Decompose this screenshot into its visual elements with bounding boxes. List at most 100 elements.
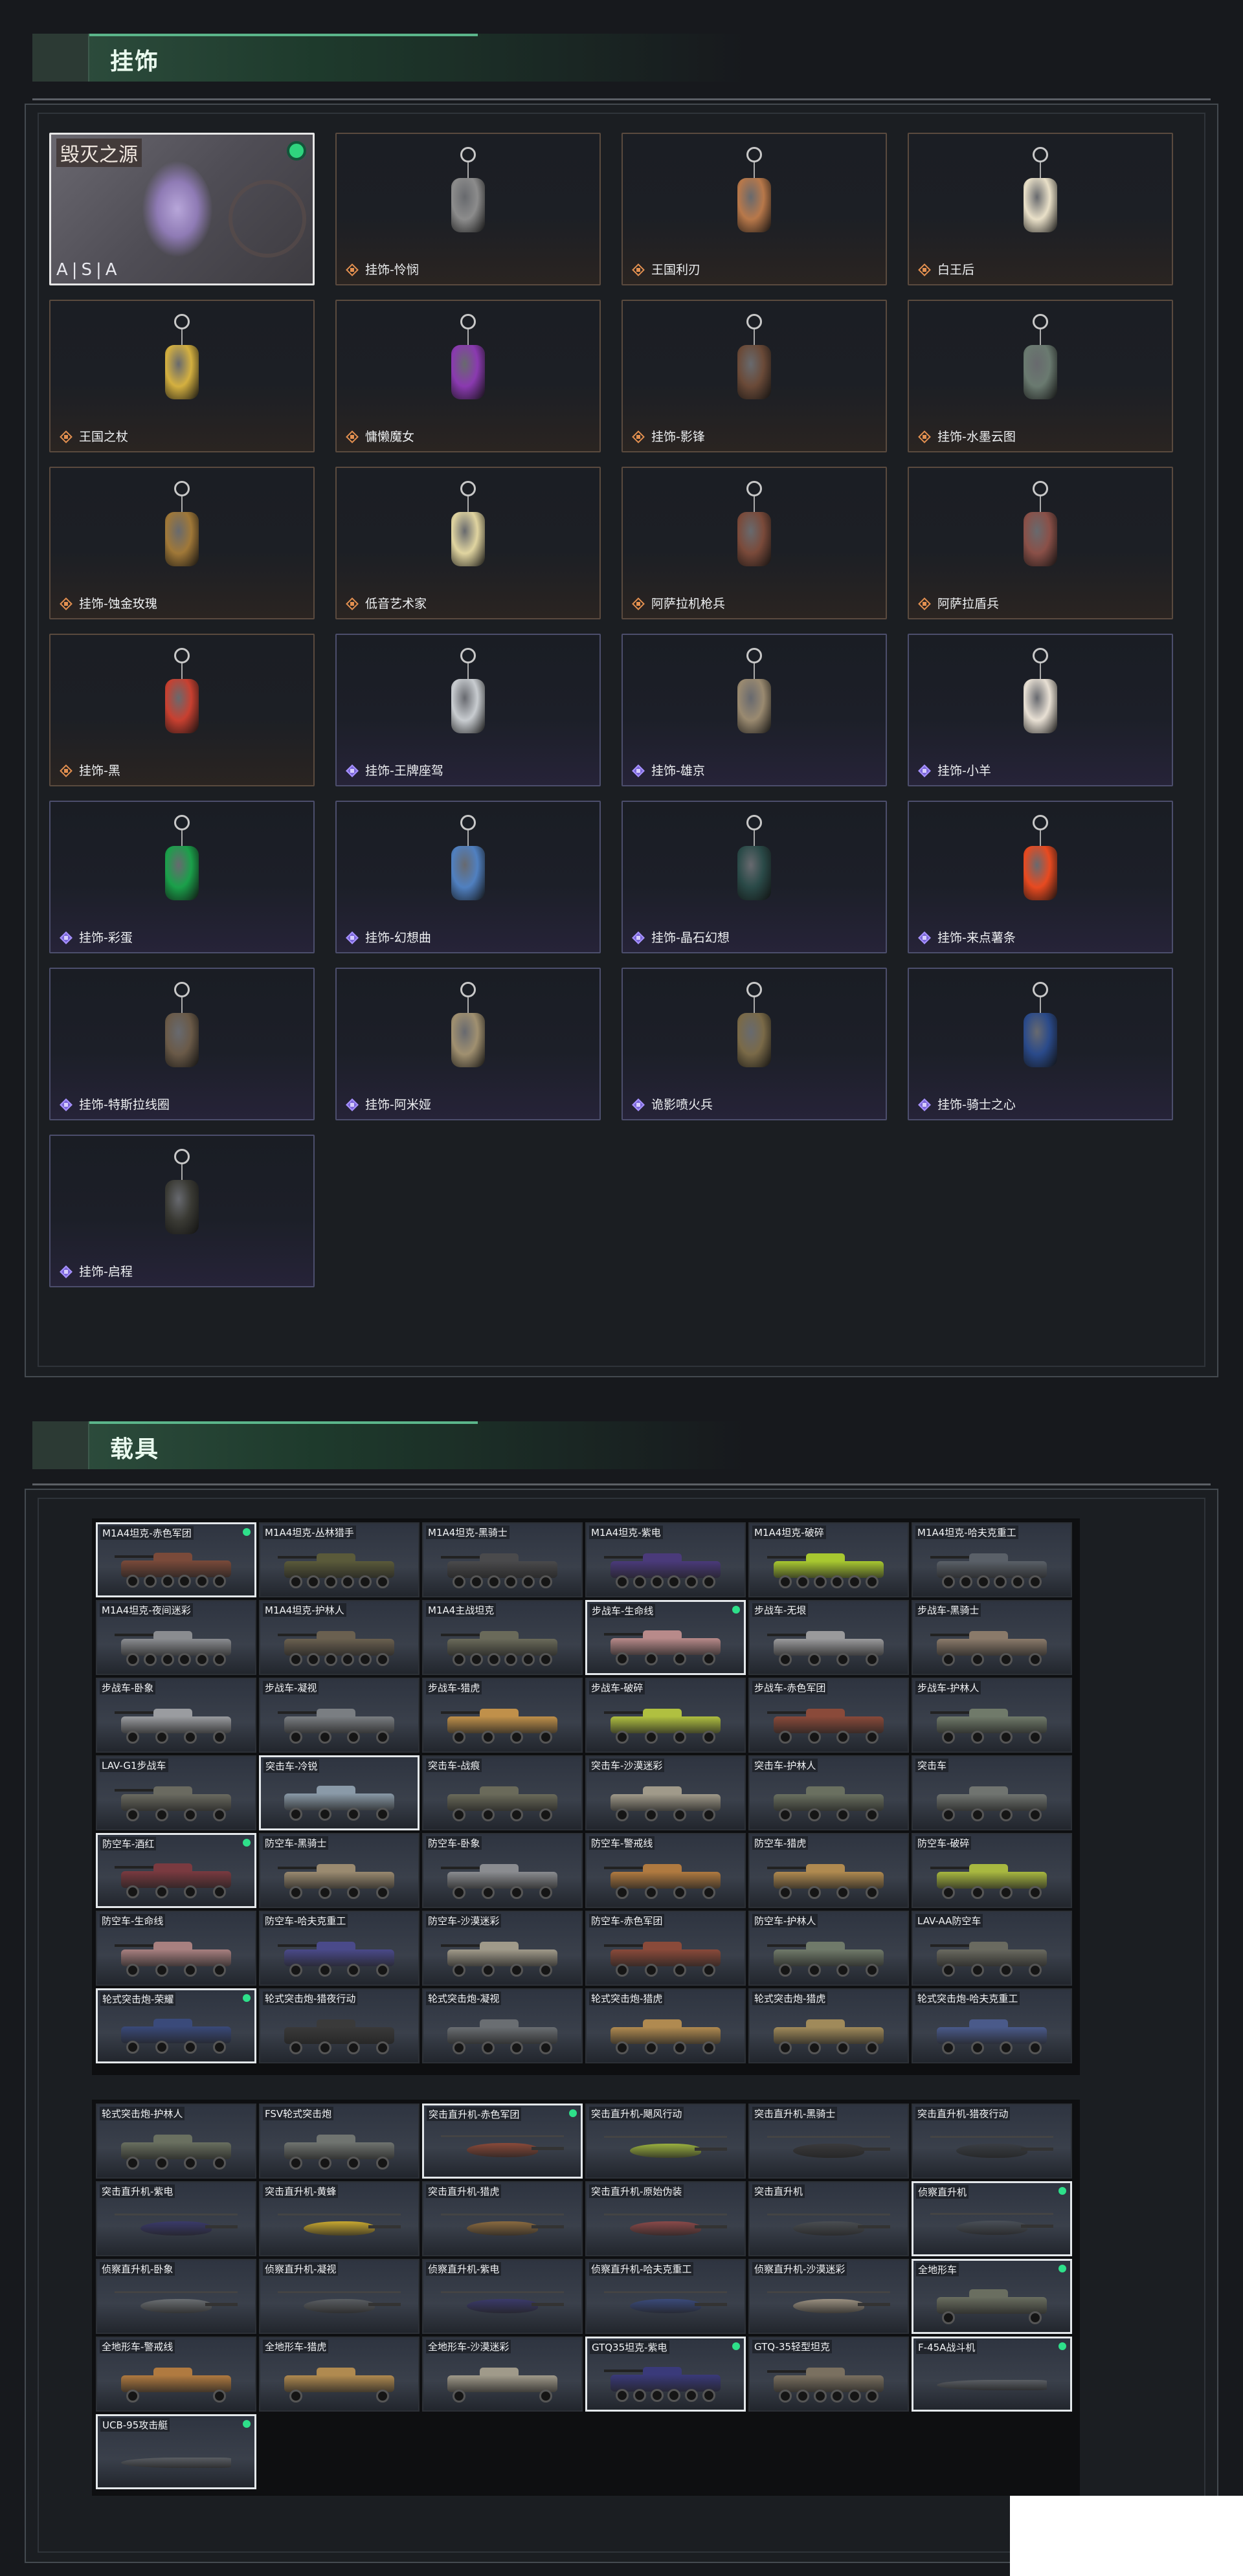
- vehicle-card[interactable]: M1A4主战坦克: [422, 1600, 583, 1675]
- vehicle-card[interactable]: 突击直升机-飓风行动: [585, 2104, 746, 2179]
- vehicle-card[interactable]: 突击车-沙漠迷彩: [585, 1755, 746, 1830]
- vehicle-label: 侦察直升机-沙漠迷彩: [752, 2262, 847, 2276]
- vehicle-card[interactable]: 防空车-黑骑士: [259, 1833, 420, 1908]
- vehicle-card[interactable]: 防空车-赤色军团: [585, 1911, 746, 1986]
- vehicle-card[interactable]: 突击直升机-原始伪装: [585, 2181, 746, 2256]
- vehicle-card[interactable]: FSV轮式突击炮: [259, 2104, 420, 2179]
- vehicle-card[interactable]: 防空车-警戒线: [585, 1833, 746, 1908]
- pendant-card[interactable]: 低音艺术家: [335, 467, 601, 619]
- vehicle-card[interactable]: 突击车-冷锐: [259, 1755, 420, 1830]
- pendant-card[interactable]: 挂饰-怜悯: [335, 133, 601, 285]
- pendant-card[interactable]: 挂饰-幻想曲: [335, 801, 601, 953]
- vehicle-card[interactable]: 全地形车-猎虎: [259, 2337, 420, 2412]
- vehicle-card[interactable]: 防空车-哈夫克重工: [259, 1911, 420, 1986]
- vehicle-card[interactable]: 步战车-护林人: [912, 1678, 1072, 1753]
- vehicle-card[interactable]: 防空车-护林人: [748, 1911, 909, 1986]
- vehicle-card[interactable]: 步战车-卧象: [96, 1678, 256, 1753]
- vehicle-card[interactable]: 突击直升机-猎虎: [422, 2181, 583, 2256]
- vehicle-card[interactable]: 侦察直升机-紫电: [422, 2259, 583, 2334]
- pendant-card[interactable]: 挂饰-水墨云图: [908, 300, 1173, 452]
- vehicle-card[interactable]: 突击车-护林人: [748, 1755, 909, 1830]
- vehicle-card[interactable]: 步战车-生命线: [585, 1600, 746, 1675]
- vehicle-card[interactable]: F-45A战斗机: [912, 2337, 1072, 2412]
- vehicle-label: 防空车-酒红: [100, 1837, 157, 1850]
- vehicle-card[interactable]: M1A4坦克-紫电: [585, 1522, 746, 1597]
- vehicle-card[interactable]: GTQ-35轻型坦克: [748, 2337, 909, 2412]
- vehicle-card[interactable]: M1A4坦克-丛林猎手: [259, 1522, 420, 1597]
- pendant-card[interactable]: 阿萨拉机枪兵: [622, 467, 887, 619]
- pendant-card[interactable]: 挂饰-小羊: [908, 634, 1173, 786]
- pendant-card[interactable]: 挂饰-彩蛋: [49, 801, 315, 953]
- vehicle-card[interactable]: 轮式突击炮-哈夫克重工: [912, 1988, 1072, 2063]
- vehicle-card[interactable]: 轮式突击炮-荣耀: [96, 1988, 256, 2063]
- vehicle-card[interactable]: 侦察直升机-沙漠迷彩: [748, 2259, 909, 2334]
- vehicle-card[interactable]: 轮式突击炮-猎夜行动: [259, 1988, 420, 2063]
- vehicle-label: F-45A战斗机: [916, 2340, 978, 2354]
- vehicle-card[interactable]: 突击直升机-黄蜂: [259, 2181, 420, 2256]
- pendant-card[interactable]: 挂饰-阿米娅: [335, 968, 601, 1120]
- pendant-card[interactable]: 挂饰-蚀金玫瑰: [49, 467, 315, 619]
- vehicle-card[interactable]: 防空车-猎虎: [748, 1833, 909, 1908]
- pendant-card-featured[interactable]: 毁灭之源 A|S|A: [49, 133, 315, 285]
- pendant-card[interactable]: 慵懒魔女: [335, 300, 601, 452]
- helicopter-icon: [767, 2285, 890, 2326]
- pendant-card[interactable]: 挂饰-启程: [49, 1135, 315, 1287]
- vehicle-card[interactable]: 步战车-猎虎: [422, 1678, 583, 1753]
- vehicle-card[interactable]: 步战车-无垠: [748, 1600, 909, 1675]
- vehicle-card[interactable]: 突击直升机-赤色军团: [422, 2104, 583, 2179]
- vehicle-card[interactable]: M1A4坦克-夜间迷彩: [96, 1600, 256, 1675]
- vehicle-card[interactable]: 突击直升机-紫电: [96, 2181, 256, 2256]
- vehicle-card[interactable]: 突击直升机-猎夜行动: [912, 2104, 1072, 2179]
- vehicle-card[interactable]: 步战车-赤色军团: [748, 1678, 909, 1753]
- vehicle-card[interactable]: M1A4坦克-赤色军团: [96, 1522, 256, 1597]
- pendant-card[interactable]: 王国之杖: [49, 300, 315, 452]
- vehicle-card[interactable]: 步战车-凝视: [259, 1678, 420, 1753]
- vehicle-card[interactable]: 突击直升机: [748, 2181, 909, 2256]
- vehicle-card[interactable]: 步战车-黑骑士: [912, 1600, 1072, 1675]
- ring-icon: [746, 147, 762, 162]
- vehicle-card[interactable]: 防空车-酒红: [96, 1833, 256, 1908]
- chain-icon: [467, 162, 469, 178]
- vehicle-card[interactable]: 防空车-卧象: [422, 1833, 583, 1908]
- vehicle-card[interactable]: 轮式突击炮-猎虎: [585, 1988, 746, 2063]
- vehicle-card[interactable]: M1A4坦克-黑骑士: [422, 1522, 583, 1597]
- pendant-card[interactable]: 挂饰-黑: [49, 634, 315, 786]
- vehicle-card[interactable]: M1A4坦克-护林人: [259, 1600, 420, 1675]
- vehicle-card[interactable]: 侦察直升机-卧象: [96, 2259, 256, 2334]
- vehicle-card[interactable]: 全地形车: [912, 2259, 1072, 2334]
- pendant-card[interactable]: 挂饰-王牌座驾: [335, 634, 601, 786]
- vehicle-card[interactable]: 侦察直升机-哈夫克重工: [585, 2259, 746, 2334]
- pendant-label: 挂饰-启程: [79, 1265, 133, 1279]
- vehicle-card[interactable]: 轮式突击炮-凝视: [422, 1988, 583, 2063]
- pendant-card[interactable]: 白王后: [908, 133, 1173, 285]
- vehicle-card[interactable]: 防空车-破碎: [912, 1833, 1072, 1908]
- vehicle-card[interactable]: 突击车-战痕: [422, 1755, 583, 1830]
- vehicle-card[interactable]: LAV-G1步战车: [96, 1755, 256, 1830]
- vehicle-card[interactable]: 全地形车-警戒线: [96, 2337, 256, 2412]
- vehicle-label: 轮式突击炮-荣耀: [100, 1992, 176, 2006]
- vehicle-card[interactable]: 突击直升机-黑骑士: [748, 2104, 909, 2179]
- vehicle-card[interactable]: M1A4坦克-破碎: [748, 1522, 909, 1597]
- vehicle-card[interactable]: UCB-95攻击艇: [96, 2414, 256, 2489]
- vehicle-card[interactable]: 突击车: [912, 1755, 1072, 1830]
- vehicle-card[interactable]: GTQ35坦克-紫电: [585, 2337, 746, 2412]
- pendant-card[interactable]: 诡影喷火兵: [622, 968, 887, 1120]
- pendant-card[interactable]: 王国利刃: [622, 133, 887, 285]
- pendant-card[interactable]: 挂饰-雄京: [622, 634, 887, 786]
- pendant-card[interactable]: 挂饰-骑士之心: [908, 968, 1173, 1120]
- vehicle-card[interactable]: 轮式突击炮-猎虎: [748, 1988, 909, 2063]
- pendant-card[interactable]: 阿萨拉盾兵: [908, 467, 1173, 619]
- vehicle-card[interactable]: 轮式突击炮-护林人: [96, 2104, 256, 2179]
- vehicle-card[interactable]: 防空车-沙漠迷彩: [422, 1911, 583, 1986]
- pendant-card[interactable]: 挂饰-特斯拉线圈: [49, 968, 315, 1120]
- vehicle-card[interactable]: M1A4坦克-哈夫克重工: [912, 1522, 1072, 1597]
- pendant-card[interactable]: 挂饰-影锋: [622, 300, 887, 452]
- vehicle-card[interactable]: 全地形车-沙漠迷彩: [422, 2337, 583, 2412]
- pendant-card[interactable]: 挂饰-晶石幻想: [622, 801, 887, 953]
- vehicle-card[interactable]: 侦察直升机: [912, 2181, 1072, 2256]
- pendant-card[interactable]: 挂饰-来点薯条: [908, 801, 1173, 953]
- vehicle-card[interactable]: LAV-AA防空车: [912, 1911, 1072, 1986]
- vehicle-card[interactable]: 侦察直升机-凝视: [259, 2259, 420, 2334]
- vehicle-card[interactable]: 防空车-生命线: [96, 1911, 256, 1986]
- vehicle-card[interactable]: 步战车-破碎: [585, 1678, 746, 1753]
